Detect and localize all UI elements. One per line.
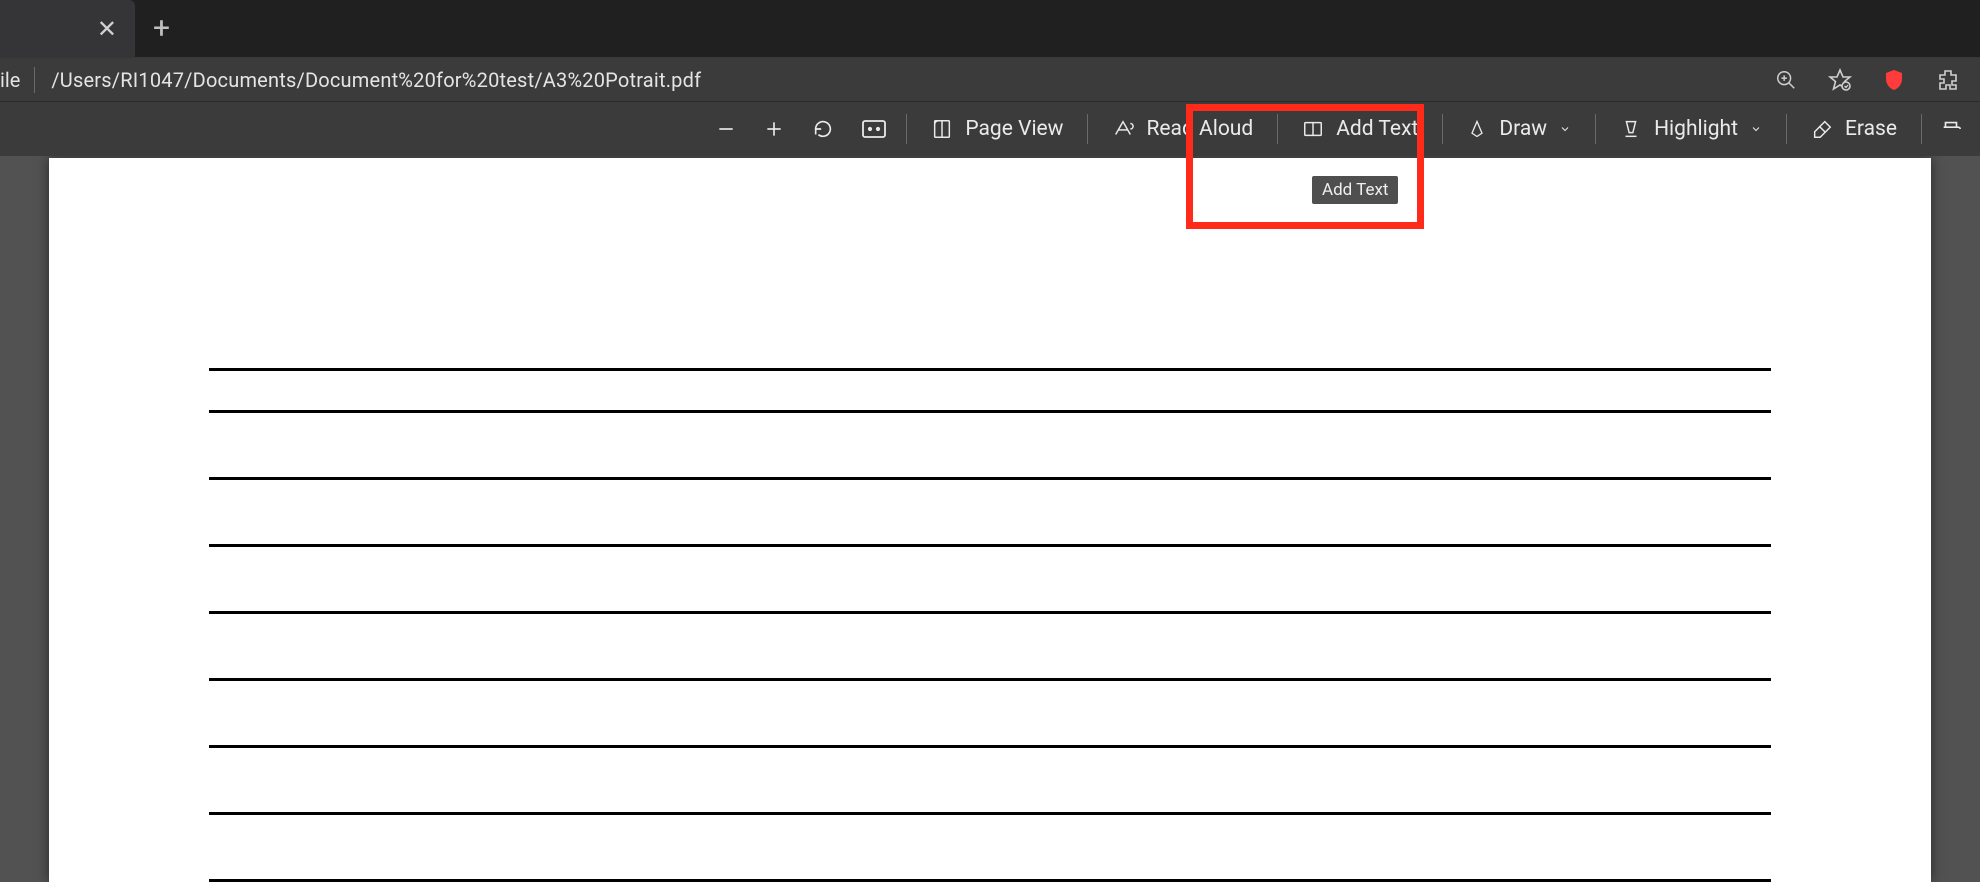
draw-label: Draw bbox=[1499, 117, 1547, 141]
browser-tab-bar: ✕ + bbox=[0, 0, 1980, 58]
add-text-button[interactable]: Add Text bbox=[1284, 102, 1436, 156]
zoom-icon[interactable] bbox=[1774, 68, 1798, 92]
document-line bbox=[209, 368, 1771, 371]
document-line bbox=[209, 745, 1771, 748]
draw-icon bbox=[1467, 118, 1487, 140]
erase-label: Erase bbox=[1845, 117, 1897, 141]
zoom-in-button[interactable] bbox=[750, 102, 798, 156]
address-actions bbox=[1774, 68, 1968, 92]
document-line bbox=[209, 410, 1771, 413]
browser-tab[interactable]: ✕ bbox=[0, 0, 135, 58]
extensions-icon[interactable] bbox=[1936, 68, 1960, 92]
add-text-tooltip: Add Text bbox=[1312, 176, 1398, 204]
print-icon bbox=[1940, 118, 1962, 140]
new-tab-button[interactable]: + bbox=[153, 11, 170, 46]
url-scheme: ile bbox=[0, 68, 34, 92]
read-aloud-label: Read Aloud bbox=[1146, 117, 1253, 141]
pdf-toolbar: Page View Read Aloud Add Text Draw Highl… bbox=[0, 102, 1980, 156]
document-line bbox=[209, 812, 1771, 815]
pdf-viewer[interactable] bbox=[0, 156, 1980, 882]
address-bar: ile /Users/RI1047/Documents/Document%20f… bbox=[0, 58, 1980, 102]
highlight-label: Highlight bbox=[1654, 117, 1738, 141]
separator bbox=[906, 114, 907, 144]
page-view-icon bbox=[931, 118, 953, 140]
url-path[interactable]: /Users/RI1047/Documents/Document%20for%2… bbox=[51, 68, 1774, 92]
zoom-out-button[interactable] bbox=[702, 102, 750, 156]
erase-icon bbox=[1811, 118, 1833, 140]
separator bbox=[1595, 114, 1596, 144]
favorite-icon[interactable] bbox=[1828, 68, 1852, 92]
page-view-label: Page View bbox=[965, 117, 1063, 141]
highlight-icon bbox=[1620, 118, 1642, 140]
rotate-button[interactable] bbox=[798, 102, 848, 156]
more-toolbar-button[interactable] bbox=[1928, 102, 1974, 156]
add-text-label: Add Text bbox=[1336, 117, 1418, 141]
document-lines bbox=[209, 368, 1771, 882]
tracking-shield-icon[interactable] bbox=[1882, 68, 1906, 92]
fit-page-button[interactable] bbox=[848, 102, 900, 156]
document-line bbox=[209, 611, 1771, 614]
chevron-down-icon bbox=[1750, 123, 1762, 135]
separator bbox=[1442, 114, 1443, 144]
close-tab-icon[interactable]: ✕ bbox=[97, 15, 117, 43]
pdf-page bbox=[49, 158, 1931, 882]
separator bbox=[1786, 114, 1787, 144]
separator bbox=[1277, 114, 1278, 144]
document-line bbox=[209, 477, 1771, 480]
read-aloud-button[interactable]: Read Aloud bbox=[1094, 102, 1271, 156]
read-aloud-icon bbox=[1112, 118, 1134, 140]
separator bbox=[1921, 114, 1922, 144]
separator bbox=[34, 67, 35, 93]
page-view-button[interactable]: Page View bbox=[913, 102, 1081, 156]
separator bbox=[1087, 114, 1088, 144]
chevron-down-icon bbox=[1559, 123, 1571, 135]
erase-button[interactable]: Erase bbox=[1793, 102, 1915, 156]
document-line bbox=[209, 678, 1771, 681]
draw-button[interactable]: Draw bbox=[1449, 102, 1589, 156]
document-line bbox=[209, 544, 1771, 547]
add-text-icon bbox=[1302, 118, 1324, 140]
highlight-button[interactable]: Highlight bbox=[1602, 102, 1780, 156]
